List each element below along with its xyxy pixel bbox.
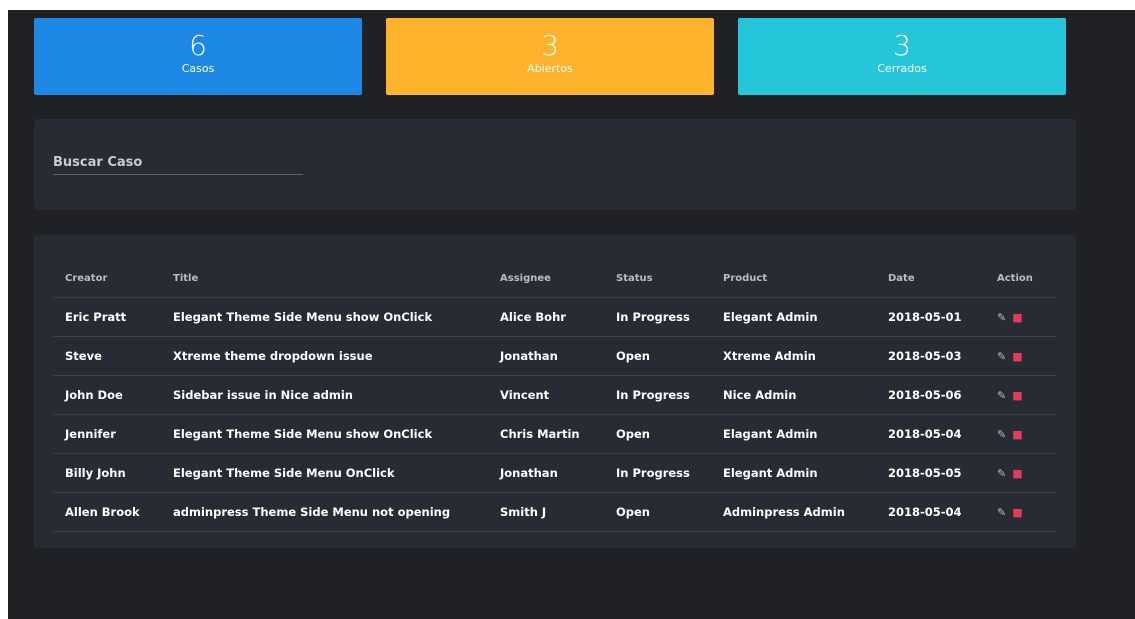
cell-product: Elegant Admin bbox=[711, 453, 876, 493]
stat-card-casos[interactable]: 6 Casos bbox=[34, 18, 362, 95]
cell-assignee: Smith J bbox=[488, 492, 604, 532]
cell-status: Open bbox=[604, 414, 711, 454]
trash-icon[interactable]: ■ bbox=[1012, 311, 1022, 324]
cases-table: Creator Title Assignee Status Product Da… bbox=[53, 259, 1056, 532]
cell-action: ✎ ■ bbox=[985, 375, 1056, 415]
cell-action: ✎ ■ bbox=[985, 492, 1056, 532]
cell-title: Xtreme theme dropdown issue bbox=[161, 336, 488, 376]
table-row[interactable]: Allen Brook adminpress Theme Side Menu no… bbox=[53, 492, 1056, 532]
table-row[interactable]: Steve Xtreme theme dropdown issue Jonathan… bbox=[53, 336, 1056, 376]
cell-status: In Progress bbox=[604, 375, 711, 415]
cell-date: 2018-05-01 bbox=[876, 297, 985, 337]
cell-title: Elegant Theme Side Menu show OnClick bbox=[161, 297, 488, 337]
cell-product: Elegant Admin bbox=[711, 297, 876, 337]
search-input[interactable] bbox=[53, 174, 303, 175]
cell-date: 2018-05-04 bbox=[876, 414, 985, 454]
column-header-date: Date bbox=[876, 259, 985, 298]
stat-label: Abiertos bbox=[527, 62, 573, 75]
table-row[interactable]: John Doe Sidebar issue in Nice admin Vince… bbox=[53, 375, 1056, 415]
table-row[interactable]: Jennifer Elegant Theme Side Menu show OnC… bbox=[53, 414, 1056, 454]
cell-assignee: Chris Martin bbox=[488, 414, 604, 454]
cell-action: ✎ ■ bbox=[985, 453, 1056, 493]
search-panel: Buscar Caso bbox=[34, 119, 1076, 210]
cell-product: Elagant Admin bbox=[711, 414, 876, 454]
cell-creator: Allen Brook bbox=[53, 492, 161, 532]
cell-assignee: Jonathan bbox=[488, 336, 604, 376]
pencil-icon[interactable]: ✎ bbox=[997, 311, 1006, 324]
pencil-icon[interactable]: ✎ bbox=[997, 467, 1006, 480]
cell-creator: Billy John bbox=[53, 453, 161, 493]
cell-product: Xtreme Admin bbox=[711, 336, 876, 376]
cell-status: Open bbox=[604, 492, 711, 532]
cell-action: ✎ ■ bbox=[985, 336, 1056, 376]
cases-table-panel: Creator Title Assignee Status Product Da… bbox=[34, 235, 1076, 548]
stat-card-abiertos[interactable]: 3 Abiertos bbox=[386, 18, 714, 95]
column-header-action: Action bbox=[985, 259, 1056, 298]
column-header-creator: Creator bbox=[53, 259, 161, 298]
column-header-product: Product bbox=[711, 259, 876, 298]
column-header-status: Status bbox=[604, 259, 711, 298]
stat-label: Cerrados bbox=[877, 62, 927, 75]
cell-status: Open bbox=[604, 336, 711, 376]
trash-icon[interactable]: ■ bbox=[1012, 506, 1022, 519]
cell-title: Elegant Theme Side Menu show OnClick bbox=[161, 414, 488, 454]
column-header-title: Title bbox=[161, 259, 488, 298]
cell-creator: John Doe bbox=[53, 375, 161, 415]
table-row[interactable]: Billy John Elegant Theme Side Menu OnClic… bbox=[53, 453, 1056, 493]
trash-icon[interactable]: ■ bbox=[1012, 389, 1022, 402]
cell-creator: Eric Pratt bbox=[53, 297, 161, 337]
stat-label: Casos bbox=[181, 62, 215, 75]
search-label: Buscar Caso bbox=[53, 155, 143, 170]
dashboard: 6 Casos 3 Abiertos 3 Cerrados Buscar Cas… bbox=[8, 10, 1135, 619]
cell-product: Adminpress Admin bbox=[711, 492, 876, 532]
cell-action: ✎ ■ bbox=[985, 297, 1056, 337]
trash-icon[interactable]: ■ bbox=[1012, 467, 1022, 480]
cell-creator: Steve bbox=[53, 336, 161, 376]
cell-creator: Jennifer bbox=[53, 414, 161, 454]
stat-value: 6 bbox=[189, 29, 207, 62]
trash-icon[interactable]: ■ bbox=[1012, 350, 1022, 363]
cell-action: ✎ ■ bbox=[985, 414, 1056, 454]
trash-icon[interactable]: ■ bbox=[1012, 428, 1022, 441]
pencil-icon[interactable]: ✎ bbox=[997, 506, 1006, 519]
column-header-assignee: Assignee bbox=[488, 259, 604, 298]
cell-assignee: Jonathan bbox=[488, 453, 604, 493]
cell-date: 2018-05-06 bbox=[876, 375, 985, 415]
cell-date: 2018-05-04 bbox=[876, 492, 985, 532]
table-row[interactable]: Eric Pratt Elegant Theme Side Menu show O… bbox=[53, 297, 1056, 337]
pencil-icon[interactable]: ✎ bbox=[997, 389, 1006, 402]
cell-assignee: Vincent bbox=[488, 375, 604, 415]
cell-title: adminpress Theme Side Menu not opening bbox=[161, 492, 488, 532]
cell-status: In Progress bbox=[604, 453, 711, 493]
stat-value: 3 bbox=[541, 29, 559, 62]
stat-card-cerrados[interactable]: 3 Cerrados bbox=[738, 18, 1066, 95]
cell-product: Nice Admin bbox=[711, 375, 876, 415]
pencil-icon[interactable]: ✎ bbox=[997, 428, 1006, 441]
cell-title: Sidebar issue in Nice admin bbox=[161, 375, 488, 415]
cell-date: 2018-05-05 bbox=[876, 453, 985, 493]
cell-date: 2018-05-03 bbox=[876, 336, 985, 376]
cell-title: Elegant Theme Side Menu OnClick bbox=[161, 453, 488, 493]
cell-assignee: Alice Bohr bbox=[488, 297, 604, 337]
pencil-icon[interactable]: ✎ bbox=[997, 350, 1006, 363]
cell-status: In Progress bbox=[604, 297, 711, 337]
table-header-row: Creator Title Assignee Status Product Da… bbox=[53, 259, 1056, 298]
stat-value: 3 bbox=[893, 29, 911, 62]
